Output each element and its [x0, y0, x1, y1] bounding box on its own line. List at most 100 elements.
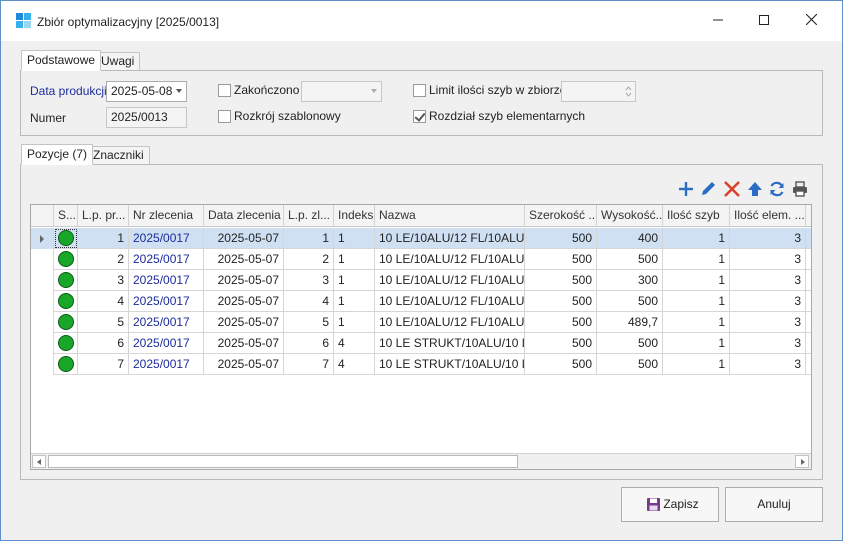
limit-checkbox[interactable] — [413, 84, 426, 97]
order-number-link[interactable]: 2025/0017 — [129, 333, 204, 354]
lp-pr-cell: 2 — [78, 249, 129, 270]
col-nazwa[interactable]: Nazwa — [375, 205, 525, 227]
lp-pr-cell: 6 — [78, 333, 129, 354]
status-cell[interactable] — [54, 228, 78, 249]
col-lp-zl[interactable]: L.p. zl... — [284, 205, 334, 227]
index-cell: 1 — [334, 270, 375, 291]
order-number-link[interactable]: 2025/0017 — [129, 291, 204, 312]
order-number-link[interactable]: 2025/0017 — [129, 354, 204, 375]
table-row[interactable]: 5 2025/0017 2025-05-07 5 1 10 LE/10ALU/12 FL/… — [31, 312, 811, 333]
delete-icon[interactable] — [722, 179, 742, 199]
lp-zl-cell: 7 — [284, 354, 334, 375]
spinner-icon[interactable] — [625, 85, 632, 98]
col-ilosc-elem[interactable]: Ilość elem. ... — [730, 205, 806, 227]
tab-pozycje[interactable]: Pozycje (7) — [21, 144, 94, 165]
row-indicator[interactable] — [31, 312, 54, 333]
close-button[interactable] — [788, 1, 834, 41]
element-count-cell: 3 — [730, 228, 806, 249]
edit-icon[interactable] — [698, 179, 718, 199]
width-cell: 500 — [525, 354, 597, 375]
row-indicator[interactable] — [31, 228, 54, 249]
data-produkcji-value: 2025-05-08 — [111, 84, 173, 98]
col-lp-pr[interactable]: L.p. pr... — [78, 205, 129, 227]
add-icon[interactable] — [676, 179, 696, 199]
arrow-left-icon — [37, 459, 41, 465]
col-data-zlecenia[interactable]: Data zlecenia — [204, 205, 284, 227]
col-nr-zlecenia[interactable]: Nr zlecenia — [129, 205, 204, 227]
extra-cell — [806, 228, 811, 249]
scroll-thumb[interactable] — [48, 455, 518, 468]
print-icon[interactable] — [790, 179, 810, 199]
rozdzial-label: Rozdział szyb elementarnych — [429, 109, 586, 123]
table-row[interactable]: 1 2025/0017 2025-05-07 1 1 10 LE/10ALU/12 FL/… — [31, 228, 811, 249]
tab-znaczniki[interactable]: Znaczniki — [87, 146, 150, 165]
row-indicator[interactable] — [31, 333, 54, 354]
name-cell: 10 LE STRUKT/10ALU/10 LE... — [375, 333, 525, 354]
table-row[interactable]: 7 2025/0017 2025-05-07 7 4 10 LE STRUKT/10ALU… — [31, 354, 811, 375]
order-number-link[interactable]: 2025/0017 — [129, 312, 204, 333]
positions-grid[interactable]: S... L.p. pr... Nr zlecenia Data zleceni… — [30, 204, 812, 470]
height-cell: 489,7 — [597, 312, 663, 333]
status-green-icon — [58, 356, 74, 372]
extra-cell — [806, 270, 811, 291]
horizontal-scrollbar[interactable] — [31, 453, 811, 469]
table-row[interactable]: 6 2025/0017 2025-05-07 6 4 10 LE STRUKT/10ALU… — [31, 333, 811, 354]
status-cell[interactable] — [54, 291, 78, 312]
arrow-right-icon — [801, 459, 805, 465]
status-cell[interactable] — [54, 333, 78, 354]
zakonczono-checkbox[interactable] — [218, 84, 231, 97]
width-cell: 500 — [525, 333, 597, 354]
table-row[interactable]: 2 2025/0017 2025-05-07 2 1 10 LE/10ALU/12 FL/… — [31, 249, 811, 270]
row-indicator[interactable] — [31, 291, 54, 312]
maximize-button[interactable] — [741, 1, 787, 41]
order-date-cell: 2025-05-07 — [204, 291, 284, 312]
table-row[interactable]: 4 2025/0017 2025-05-07 4 1 10 LE/10ALU/12 FL/… — [31, 291, 811, 312]
name-cell: 10 LE/10ALU/12 FL/10ALU/... — [375, 228, 525, 249]
row-indicator[interactable] — [31, 270, 54, 291]
rozdzial-checkbox[interactable] — [413, 110, 426, 123]
element-count-cell: 3 — [730, 333, 806, 354]
extra-cell — [806, 312, 811, 333]
status-cell[interactable] — [54, 354, 78, 375]
pane-count-cell: 1 — [663, 312, 730, 333]
col-ilosc-szyb[interactable]: Ilość szyb — [663, 205, 730, 227]
tab-podstawowe[interactable]: Podstawowe — [21, 50, 102, 71]
status-cell[interactable] — [54, 270, 78, 291]
minimize-button[interactable] — [695, 1, 741, 41]
rozkroj-checkbox[interactable] — [218, 110, 231, 123]
col-szerokosc[interactable]: Szerokość ... — [525, 205, 597, 227]
col-extra[interactable]: I — [806, 205, 811, 227]
order-number-link[interactable]: 2025/0017 — [129, 270, 204, 291]
name-cell: 10 LE/10ALU/12 FL/10ALU/... — [375, 249, 525, 270]
row-indicator[interactable] — [31, 249, 54, 270]
col-status[interactable]: S... — [54, 205, 78, 227]
lp-pr-cell: 4 — [78, 291, 129, 312]
close-icon — [805, 13, 817, 26]
limit-spinner[interactable] — [561, 81, 636, 102]
scroll-right-button[interactable] — [795, 455, 809, 468]
zakonczono-select[interactable] — [301, 81, 382, 102]
col-indeks[interactable]: Indeks — [334, 205, 375, 227]
row-indicator[interactable] — [31, 354, 54, 375]
status-cell[interactable] — [54, 312, 78, 333]
numer-label: Numer — [30, 111, 67, 125]
table-row[interactable]: 3 2025/0017 2025-05-07 3 1 10 LE/10ALU/12 FL/… — [31, 270, 811, 291]
width-cell: 500 — [525, 228, 597, 249]
tab-uwagi[interactable]: Uwagi — [95, 52, 141, 71]
scroll-left-button[interactable] — [32, 455, 46, 468]
data-produkcji-field[interactable]: 2025-05-08 — [106, 81, 187, 102]
col-wysokosc[interactable]: Wysokość... — [597, 205, 663, 227]
width-cell: 500 — [525, 249, 597, 270]
move-up-icon[interactable] — [745, 179, 765, 199]
limit-label: Limit ilości szyb w zbiorze — [429, 83, 567, 97]
order-date-cell: 2025-05-07 — [204, 354, 284, 375]
app-icon — [16, 13, 32, 29]
cancel-button[interactable]: Anuluj — [725, 487, 823, 522]
refresh-icon[interactable] — [767, 179, 787, 199]
save-button[interactable]: Zapisz — [621, 487, 719, 522]
title-bar[interactable]: Zbiór optymalizacyjny [2025/0013] — [1, 1, 842, 41]
order-number-link[interactable]: 2025/0017 — [129, 228, 204, 249]
order-number-link[interactable]: 2025/0017 — [129, 249, 204, 270]
status-cell[interactable] — [54, 249, 78, 270]
element-count-cell: 3 — [730, 354, 806, 375]
